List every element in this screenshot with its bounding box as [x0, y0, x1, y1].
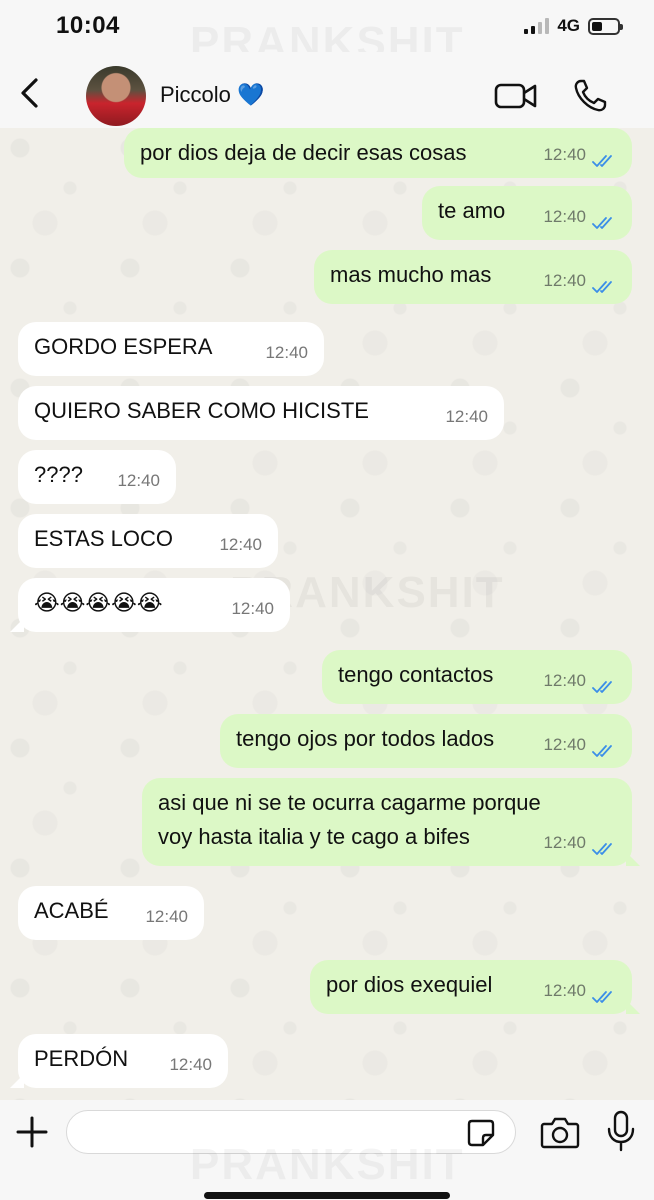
read-receipt-icon	[592, 673, 618, 693]
message-meta: 12:40	[543, 974, 618, 1008]
home-indicator[interactable]	[204, 1192, 450, 1199]
message-text: ESTAS LOCO	[34, 526, 173, 551]
outgoing-message[interactable]: por dios exequiel 12:40	[310, 960, 632, 1014]
message-input[interactable]	[66, 1110, 516, 1154]
phone-call-icon[interactable]	[572, 78, 608, 114]
message-time: 12:40	[543, 981, 586, 1000]
message-meta: 12:40	[445, 400, 488, 434]
outgoing-message[interactable]: tengo ojos por todos lados 12:40	[220, 714, 632, 768]
composer-bar: PRANKSHIT	[0, 1100, 654, 1200]
message-meta: 12:40	[543, 664, 618, 698]
message-meta: 12:40	[543, 728, 618, 762]
message-time: 12:40	[543, 145, 586, 164]
sticker-icon[interactable]	[466, 1118, 496, 1148]
message-text: ACABÉ	[34, 898, 109, 923]
message-time: 12:40	[543, 735, 586, 754]
read-receipt-icon	[592, 147, 618, 167]
message-time: 12:40	[543, 207, 586, 226]
outgoing-message[interactable]: por dios deja de decir esas cosas 12:40	[124, 128, 632, 178]
message-meta: 12:40	[219, 528, 262, 562]
message-text: tengo contactos	[338, 662, 494, 687]
message-text: GORDO ESPERA	[34, 334, 213, 359]
read-receipt-icon	[592, 209, 618, 229]
outgoing-message[interactable]: asi que ni se te ocurra cagarme porque v…	[142, 778, 632, 866]
outgoing-message[interactable]: mas mucho mas 12:40	[314, 250, 632, 304]
message-text: PERDÓN	[34, 1046, 129, 1071]
read-receipt-icon	[592, 737, 618, 757]
message-text: ????	[34, 462, 83, 487]
outgoing-message[interactable]: te amo 12:40	[422, 186, 632, 240]
message-time: 12:40	[231, 599, 274, 618]
message-meta: 12:40	[543, 200, 618, 234]
message-text: mas mucho mas	[330, 262, 492, 287]
message-meta: 12:40	[145, 900, 188, 934]
chat-header: Piccolo 💙	[0, 52, 654, 128]
battery-icon	[588, 17, 623, 35]
message-text: 😭😭😭😭😭	[34, 590, 163, 615]
message-meta: 12:40	[543, 264, 618, 298]
message-list: por dios deja de decir esas cosas 12:40 te…	[0, 128, 654, 1100]
status-indicators: 4G	[524, 16, 623, 36]
message-time: 12:40	[169, 1055, 212, 1074]
message-time: 12:40	[543, 671, 586, 690]
incoming-message[interactable]: ???? 12:40	[18, 450, 176, 504]
battery-fill	[592, 21, 602, 31]
message-time: 12:40	[145, 907, 188, 926]
plus-icon[interactable]	[14, 1114, 50, 1150]
incoming-message[interactable]: GORDO ESPERA 12:40	[18, 322, 324, 376]
message-time: 12:40	[265, 343, 308, 362]
message-text: QUIERO SABER COMO HICISTE	[34, 398, 369, 423]
message-meta: 12:40	[543, 826, 618, 860]
avatar[interactable]	[86, 66, 146, 126]
camera-icon[interactable]	[540, 1114, 580, 1150]
message-time: 12:40	[543, 833, 586, 852]
message-meta: 12:40	[231, 592, 274, 626]
network-label: 4G	[557, 16, 580, 35]
read-receipt-icon	[592, 983, 618, 1003]
message-time: 12:40	[219, 535, 262, 554]
message-meta: 12:40	[117, 464, 160, 498]
message-meta: 12:40	[543, 138, 618, 172]
message-meta: 12:40	[169, 1048, 212, 1082]
message-meta: 12:40	[265, 336, 308, 370]
microphone-icon[interactable]	[606, 1110, 636, 1152]
incoming-message[interactable]: PERDÓN 12:40	[18, 1034, 228, 1088]
incoming-message[interactable]: QUIERO SABER COMO HICISTE 12:40	[18, 386, 504, 440]
video-call-icon[interactable]	[494, 80, 538, 112]
message-text: por dios exequiel	[326, 972, 493, 997]
incoming-message[interactable]: 😭😭😭😭😭 12:40	[18, 578, 290, 632]
read-receipt-icon	[592, 835, 618, 855]
chat-area[interactable]: PRANKSHIT por dios deja de decir esas co…	[0, 128, 654, 1100]
incoming-message[interactable]: ESTAS LOCO 12:40	[18, 514, 278, 568]
message-text: tengo ojos por todos lados	[236, 726, 495, 751]
message-text: asi que ni se te ocurra cagarme porque v…	[158, 790, 541, 849]
status-time: 10:04	[56, 12, 120, 39]
contact-name[interactable]: Piccolo 💙	[160, 82, 264, 108]
read-receipt-icon	[592, 273, 618, 293]
message-time: 12:40	[117, 471, 160, 490]
message-time: 12:40	[543, 271, 586, 290]
signal-icon	[524, 18, 550, 34]
incoming-message[interactable]: ACABÉ 12:40	[18, 886, 204, 940]
back-arrow-icon[interactable]	[14, 76, 48, 110]
message-text: te amo	[438, 198, 506, 223]
outgoing-message[interactable]: tengo contactos 12:40	[322, 650, 632, 704]
message-time: 12:40	[445, 407, 488, 426]
message-text: por dios deja de decir esas cosas	[140, 140, 467, 165]
status-bar: 10:04 PRANKSHIT 4G	[0, 0, 654, 67]
